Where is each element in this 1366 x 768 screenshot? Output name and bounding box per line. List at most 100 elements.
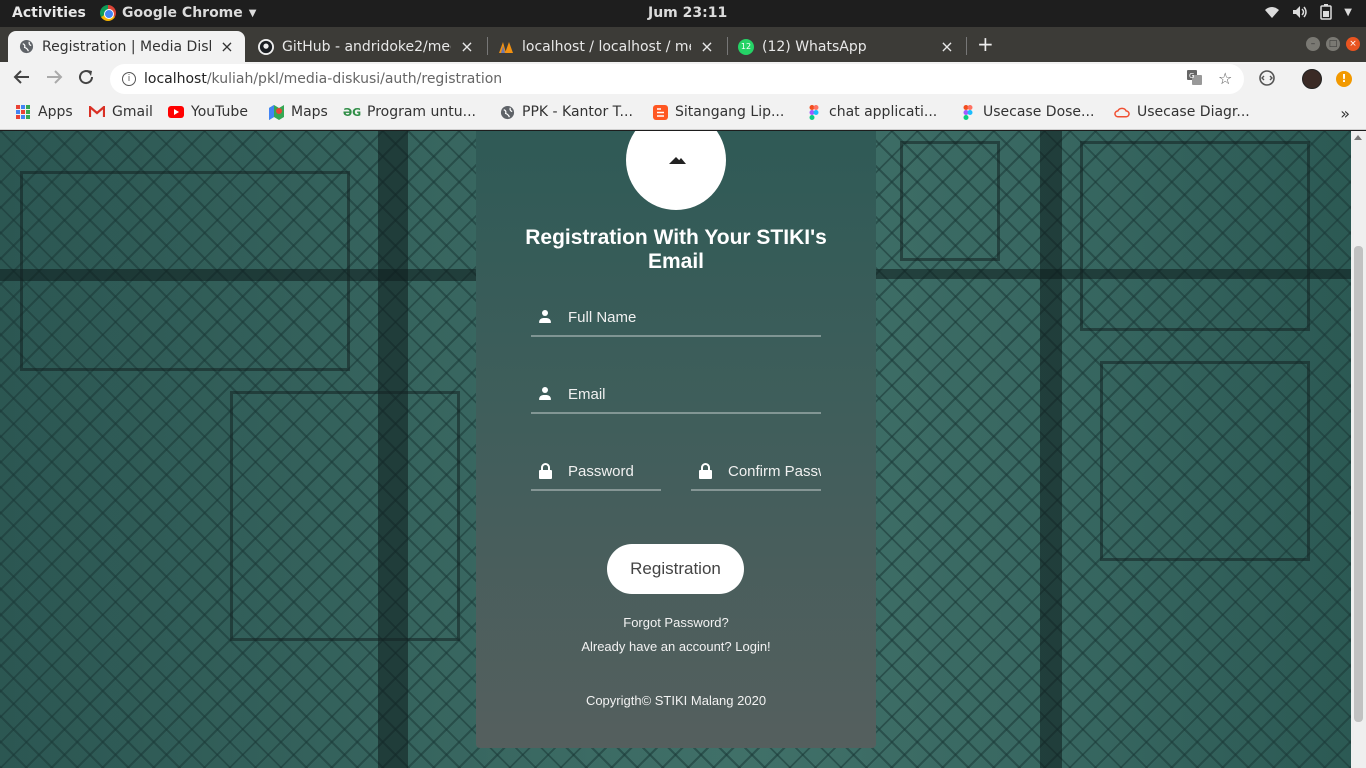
maximize-button[interactable]: □ xyxy=(1326,37,1340,51)
user-icon xyxy=(534,383,556,405)
bookmark-label: Program untu... xyxy=(367,104,476,120)
background-window xyxy=(230,391,460,641)
bookmark-label: Sitangang Lip... xyxy=(675,104,785,120)
tab-title: GitHub - andridoke2/media-diskusi xyxy=(282,38,451,55)
bookmark-usecase-dosen[interactable]: Usecase Dose... xyxy=(960,104,1094,120)
bookmark-ppk[interactable]: PPK - Kantor T... xyxy=(499,104,633,120)
scrollbar-thumb[interactable] xyxy=(1354,246,1363,722)
wifi-icon xyxy=(1265,7,1280,18)
registration-button[interactable]: Registration xyxy=(607,544,744,594)
whatsapp-icon: 12 xyxy=(738,38,754,55)
bookmark-sitangang[interactable]: Sitangang Lip... xyxy=(652,104,784,120)
bookmark-star-icon[interactable]: ☆ xyxy=(1218,69,1232,88)
forward-icon[interactable] xyxy=(43,68,65,91)
background-window xyxy=(20,171,350,371)
app-menu[interactable]: Google Chrome ▼ xyxy=(100,5,256,21)
bookmark-maps[interactable]: Maps xyxy=(268,104,328,120)
background-window xyxy=(1100,361,1310,561)
bookmark-label: PPK - Kantor T... xyxy=(522,104,633,120)
svg-text:G: G xyxy=(1189,72,1194,80)
translate-icon[interactable]: G xyxy=(1186,69,1203,90)
system-top-bar: Activities Google Chrome ▼ Jum 23:11 ▼ xyxy=(0,0,1366,27)
info-icon[interactable]: i xyxy=(122,72,136,86)
bookmark-label: Maps xyxy=(291,104,328,120)
tab-whatsapp[interactable]: 12 (12) WhatsApp × xyxy=(728,31,965,62)
chrome-icon xyxy=(100,5,116,21)
update-warning-icon[interactable]: ! xyxy=(1336,71,1352,87)
browser-toolbar: i localhost/kuliah/pkl/media-diskusi/aut… xyxy=(0,62,1366,96)
background-window xyxy=(900,141,1000,261)
close-icon[interactable]: × xyxy=(219,37,235,56)
reload-icon[interactable] xyxy=(75,68,97,91)
tab-title: localhost / localhost / media xyxy=(522,38,691,55)
confirm-password-field xyxy=(691,453,821,491)
extension-icon[interactable] xyxy=(1258,69,1276,91)
lock-icon xyxy=(694,460,716,482)
figma-icon xyxy=(960,104,976,120)
url-path: /kuliah/pkl/media-diskusi/auth/registrat… xyxy=(206,71,503,87)
close-icon[interactable]: × xyxy=(459,37,475,56)
phpmyadmin-icon xyxy=(498,39,514,55)
tab-title: (12) WhatsApp xyxy=(762,38,867,55)
back-icon[interactable] xyxy=(11,68,33,91)
copyright-text: Copyrigth© STIKI Malang 2020 xyxy=(585,693,767,708)
globe-icon xyxy=(18,39,34,55)
volume-icon xyxy=(1293,6,1308,18)
background-window xyxy=(1080,141,1310,331)
tab-phpmyadmin[interactable]: localhost / localhost / media × xyxy=(488,31,725,62)
youtube-icon xyxy=(168,104,184,120)
address-bar[interactable]: i localhost/kuliah/pkl/media-diskusi/aut… xyxy=(110,64,1244,94)
bookmark-program[interactable]: ƏG Program untu... xyxy=(342,104,476,120)
activities-button[interactable]: Activities xyxy=(12,5,86,21)
bookmark-youtube[interactable]: YouTube xyxy=(168,104,248,120)
close-window-button[interactable]: × xyxy=(1346,37,1360,51)
login-link[interactable]: Already have an account? Login! xyxy=(476,639,876,654)
globe-icon xyxy=(499,104,515,120)
bookmark-gmail[interactable]: Gmail xyxy=(89,104,153,120)
url-host: localhost xyxy=(144,71,207,87)
background-pillar xyxy=(1040,131,1062,768)
tab-separator xyxy=(966,37,967,55)
bookmark-label: Usecase Diagr... xyxy=(1137,104,1250,120)
bookmark-apps[interactable]: Apps xyxy=(15,104,73,120)
github-icon xyxy=(258,38,274,55)
blogger-icon xyxy=(652,104,668,120)
user-icon xyxy=(534,306,556,328)
scroll-up-arrow[interactable] xyxy=(1354,135,1362,140)
bookmark-usecase-diagram[interactable]: Usecase Diagr... xyxy=(1114,104,1250,120)
bookmarks-overflow-icon[interactable]: » xyxy=(1340,104,1350,123)
page-viewport: Registration With Your STIKI's Email Reg… xyxy=(0,131,1351,768)
close-icon[interactable]: × xyxy=(699,37,715,56)
bookmark-chat-application[interactable]: chat applicati... xyxy=(806,104,937,120)
gmail-icon xyxy=(89,104,105,120)
new-tab-button[interactable]: + xyxy=(977,32,994,56)
bookmark-label: Usecase Dose... xyxy=(983,104,1095,120)
tab-github[interactable]: GitHub - andridoke2/media-diskusi × xyxy=(248,31,485,62)
registration-card: Registration With Your STIKI's Email Reg… xyxy=(476,131,876,748)
email-field xyxy=(531,376,821,414)
bookmark-label: YouTube xyxy=(191,104,248,120)
tab-registration[interactable]: Registration | Media Diskusi × xyxy=(8,31,245,62)
forgot-password-link[interactable]: Forgot Password? xyxy=(476,615,876,630)
system-tray[interactable]: ▼ xyxy=(1264,4,1352,20)
bookmark-label: Gmail xyxy=(112,104,153,120)
clock[interactable]: Jum 23:11 xyxy=(648,5,727,21)
confirm-password-input[interactable] xyxy=(728,462,821,480)
whatsapp-badge: 12 xyxy=(740,42,752,51)
apps-grid-icon xyxy=(15,104,31,120)
profile-avatar[interactable] xyxy=(1302,69,1322,89)
close-icon[interactable]: × xyxy=(939,37,955,56)
minimize-button[interactable]: – xyxy=(1306,37,1320,51)
chevron-down-icon: ▼ xyxy=(248,7,257,19)
full-name-input[interactable] xyxy=(568,308,821,326)
page-scrollbar[interactable] xyxy=(1351,131,1366,768)
app-name: Google Chrome xyxy=(122,5,243,21)
figma-icon xyxy=(806,104,822,120)
geeksforgeeks-icon: ƏG xyxy=(342,105,362,119)
form-title: Registration With Your STIKI's Email xyxy=(525,226,827,273)
password-input[interactable] xyxy=(568,462,661,480)
lock-icon xyxy=(534,460,556,482)
maps-icon xyxy=(268,104,284,120)
email-input[interactable] xyxy=(568,385,821,403)
full-name-field xyxy=(531,299,821,337)
